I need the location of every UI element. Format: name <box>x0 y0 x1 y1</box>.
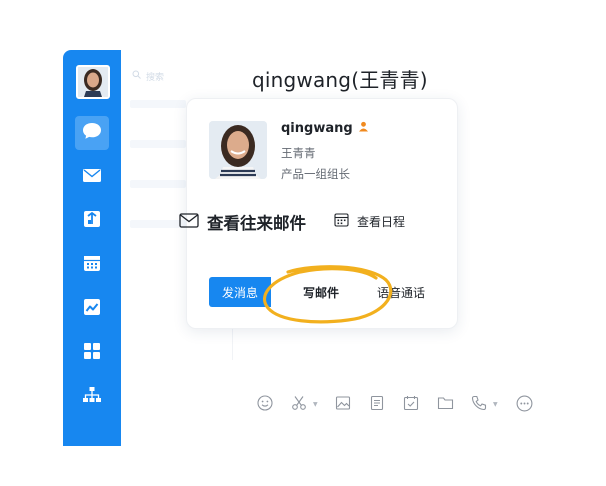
task-button[interactable] <box>401 394 421 416</box>
person-badge-icon <box>358 121 369 136</box>
folder-button[interactable] <box>435 394 455 416</box>
calendar-icon <box>83 254 101 276</box>
profile-username-row: qingwang <box>281 121 369 136</box>
list-item[interactable] <box>130 180 186 188</box>
emoji-icon <box>257 395 273 415</box>
image-button[interactable] <box>333 394 353 416</box>
sidebar-item-chat[interactable] <box>75 116 109 150</box>
sidebar-item-org[interactable] <box>75 380 109 414</box>
profile-photo <box>209 121 267 179</box>
view-schedule-label: 查看日程 <box>357 214 406 229</box>
conversation-list <box>130 100 186 300</box>
profile-username: qingwang <box>281 121 353 136</box>
org-chart-icon <box>82 386 102 408</box>
document-icon <box>369 395 385 415</box>
sidebar-item-tasks[interactable] <box>75 204 109 238</box>
write-mail-button[interactable]: 写邮件 <box>283 277 359 307</box>
tasks-icon <box>83 210 101 232</box>
folder-icon <box>437 395 454 415</box>
mail-icon <box>82 168 102 187</box>
sidebar-item-docs[interactable] <box>75 292 109 326</box>
image-icon <box>335 395 351 415</box>
view-mail-link[interactable]: 查看往来邮件 <box>179 210 306 234</box>
view-schedule-link[interactable]: 查看日程 <box>334 212 405 230</box>
list-item[interactable] <box>130 220 186 228</box>
search-placeholder: 搜索 <box>146 72 165 83</box>
list-item[interactable] <box>130 140 186 148</box>
docs-icon <box>83 298 101 320</box>
user-avatar[interactable] <box>76 65 110 99</box>
scissors-icon <box>291 395 307 415</box>
chevron-down-icon[interactable]: ▼ <box>313 401 318 408</box>
voice-call-button[interactable]: 语音通话 <box>377 277 425 307</box>
call-button[interactable] <box>469 394 489 416</box>
profile-chinese-name: 王青青 <box>281 146 316 160</box>
profile-card: qingwang 王青青 产品一组组长 查看往来邮件 查看日程 发消息 写邮件 … <box>179 98 458 329</box>
apps-grid-icon <box>83 342 101 364</box>
document-button[interactable] <box>367 394 387 416</box>
sidebar-item-mail[interactable] <box>75 160 109 194</box>
profile-department: 产品一组组长 <box>281 167 350 181</box>
more-button[interactable] <box>514 394 534 416</box>
more-icon <box>516 395 533 416</box>
app-window: 搜索 qingwang(王青青) qingwang 王青青 产品一组组长 查看往… <box>0 0 606 486</box>
sidebar-item-apps[interactable] <box>75 336 109 370</box>
task-check-icon <box>403 395 419 415</box>
mail-outline-icon <box>179 212 199 232</box>
chat-icon <box>82 122 102 144</box>
send-message-button[interactable]: 发消息 <box>209 277 271 307</box>
chevron-down-icon[interactable]: ▼ <box>493 401 498 408</box>
search-icon <box>132 70 141 82</box>
chat-title: qingwang(王青青) <box>252 68 428 92</box>
search-box[interactable]: 搜索 <box>132 66 222 86</box>
calendar-outline-icon <box>334 212 349 230</box>
screenshot-button[interactable] <box>289 394 309 416</box>
left-sidebar <box>63 50 121 446</box>
phone-icon <box>471 395 487 415</box>
emoji-button[interactable] <box>255 394 275 416</box>
view-mail-label: 查看往来邮件 <box>207 214 306 233</box>
message-toolbar: ▼ ▼ <box>255 394 545 416</box>
list-item[interactable] <box>130 100 186 108</box>
sidebar-item-calendar[interactable] <box>75 248 109 282</box>
